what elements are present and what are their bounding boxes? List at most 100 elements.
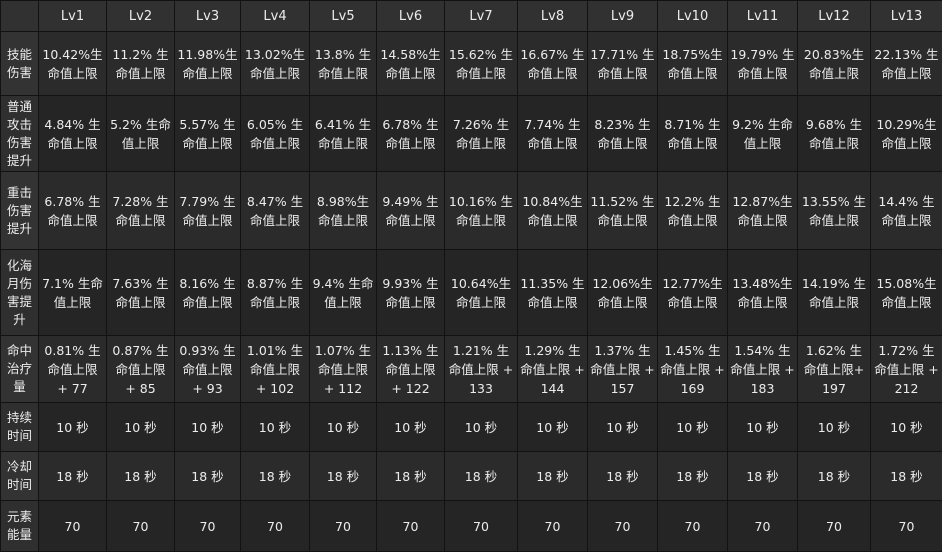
table-cell: 70	[310, 501, 377, 552]
table-cell: 18 秒	[377, 452, 445, 501]
table-cell: 20.83%生命值上限	[798, 32, 871, 96]
row-label: 命中治疗量	[1, 336, 39, 403]
table-row: 持续时间 10 秒 10 秒 10 秒 10 秒 10 秒 10 秒 10 秒 …	[1, 403, 942, 452]
table-cell: 18 秒	[175, 452, 241, 501]
table-cell: 10 秒	[377, 403, 445, 452]
table-cell: 70	[445, 501, 518, 552]
table-cell: 12.2% 生命值上限	[658, 172, 728, 250]
table-cell: 10 秒	[175, 403, 241, 452]
skill-level-table: Lv1 Lv2 Lv3 Lv4 Lv5 Lv6 Lv7 Lv8 Lv9 Lv10…	[0, 0, 942, 552]
header-lv11: Lv11	[728, 1, 798, 32]
table-cell: 1.62% 生命值上限+ 197	[798, 336, 871, 403]
table-cell: 7.26% 生命值上限	[445, 96, 518, 172]
header-lv6: Lv6	[377, 1, 445, 32]
table-cell: 1.72% 生命值上限 + 212	[871, 336, 942, 403]
row-label: 技能伤害	[1, 32, 39, 96]
table-cell: 10 秒	[658, 403, 728, 452]
table-cell: 10 秒	[518, 403, 588, 452]
table-cell: 12.87%生命值上限	[728, 172, 798, 250]
table-cell: 10 秒	[39, 403, 107, 452]
table-cell: 70	[728, 501, 798, 552]
table-cell: 8.87% 生命值上限	[241, 250, 310, 336]
table-cell: 4.84% 生命值上限	[39, 96, 107, 172]
table-cell: 7.79% 生命值上限	[175, 172, 241, 250]
table-cell: 11.2% 生命值上限	[107, 32, 175, 96]
table-cell: 1.07% 生命值上限 + 112	[310, 336, 377, 403]
table-cell: 10.42%生命值上限	[39, 32, 107, 96]
header-lv2: Lv2	[107, 1, 175, 32]
table-cell: 5.2% 生命值上限	[107, 96, 175, 172]
table-cell: 15.62% 生命值上限	[445, 32, 518, 96]
table-cell: 12.77%生命值上限	[658, 250, 728, 336]
corner-cell	[1, 1, 39, 32]
table-cell: 70	[658, 501, 728, 552]
table-cell: 6.05% 生命值上限	[241, 96, 310, 172]
table-cell: 18 秒	[310, 452, 377, 501]
table-cell: 18 秒	[798, 452, 871, 501]
table-cell: 22.13% 生命值上限	[871, 32, 942, 96]
header-lv7: Lv7	[445, 1, 518, 32]
table-cell: 18 秒	[241, 452, 310, 501]
row-label: 重击伤害提升	[1, 172, 39, 250]
table-cell: 11.98%生命值上限	[175, 32, 241, 96]
table-cell: 8.16% 生命值上限	[175, 250, 241, 336]
table-cell: 14.19% 生命值上限	[798, 250, 871, 336]
table-cell: 18 秒	[658, 452, 728, 501]
table-cell: 1.45% 生命值上限 + 169	[658, 336, 728, 403]
table-cell: 5.57% 生命值上限	[175, 96, 241, 172]
table-cell: 8.23% 生命值上限	[588, 96, 658, 172]
table-cell: 18 秒	[445, 452, 518, 501]
header-lv9: Lv9	[588, 1, 658, 32]
table-cell: 11.35% 生命值上限	[518, 250, 588, 336]
header-lv3: Lv3	[175, 1, 241, 32]
row-label: 普通攻击伤害提升	[1, 96, 39, 172]
row-label: 化海月伤害提升	[1, 250, 39, 336]
table-cell: 70	[871, 501, 942, 552]
table-row: 重击伤害提升 6.78% 生命值上限 7.28% 生命值上限 7.79% 生命值…	[1, 172, 942, 250]
table-cell: 18 秒	[588, 452, 658, 501]
table-cell: 18 秒	[39, 452, 107, 501]
table-cell: 10.16% 生命值上限	[445, 172, 518, 250]
table-cell: 1.13% 生命值上限 + 122	[377, 336, 445, 403]
table-row: 冷却时间 18 秒 18 秒 18 秒 18 秒 18 秒 18 秒 18 秒 …	[1, 452, 942, 501]
table-cell: 70	[39, 501, 107, 552]
table-cell: 10 秒	[107, 403, 175, 452]
row-label: 持续时间	[1, 403, 39, 452]
table-cell: 18 秒	[107, 452, 175, 501]
table-cell: 70	[377, 501, 445, 552]
table-cell: 18 秒	[518, 452, 588, 501]
table-cell: 1.37% 生命值上限 + 157	[588, 336, 658, 403]
table-row: 普通攻击伤害提升 4.84% 生命值上限 5.2% 生命值上限 5.57% 生命…	[1, 96, 942, 172]
table-cell: 70	[588, 501, 658, 552]
table-cell: 9.49% 生命值上限	[377, 172, 445, 250]
table-cell: 70	[798, 501, 871, 552]
table-cell: 10 秒	[588, 403, 658, 452]
table-cell: 17.71% 生命值上限	[588, 32, 658, 96]
table-cell: 12.06%生命值上限	[588, 250, 658, 336]
header-lv12: Lv12	[798, 1, 871, 32]
table-cell: 18.75%生命值上限	[658, 32, 728, 96]
table-cell: 9.93% 生命值上限	[377, 250, 445, 336]
table-cell: 1.54% 生命值上限 + 183	[728, 336, 798, 403]
row-label: 冷却时间	[1, 452, 39, 501]
table-cell: 10.29%生命值上限	[871, 96, 942, 172]
header-lv10: Lv10	[658, 1, 728, 32]
table-row: 技能伤害 10.42%生命值上限 11.2% 生命值上限 11.98%生命值上限…	[1, 32, 942, 96]
table-cell: 70	[107, 501, 175, 552]
table-cell: 70	[241, 501, 310, 552]
table-cell: 7.1% 生命值上限	[39, 250, 107, 336]
table-cell: 6.41% 生命值上限	[310, 96, 377, 172]
table-cell: 6.78% 生命值上限	[377, 96, 445, 172]
table-row: 命中治疗量 0.81% 生命值上限 + 77 0.87% 生命值上限 + 85 …	[1, 336, 942, 403]
table-row: 元素能量 70 70 70 70 70 70 70 70 70 70 70 70…	[1, 501, 942, 552]
header-lv5: Lv5	[310, 1, 377, 32]
table-cell: 70	[175, 501, 241, 552]
table-cell: 0.87% 生命值上限 + 85	[107, 336, 175, 403]
table-cell: 10 秒	[445, 403, 518, 452]
table-row: 化海月伤害提升 7.1% 生命值上限 7.63% 生命值上限 8.16% 生命值…	[1, 250, 942, 336]
header-row: Lv1 Lv2 Lv3 Lv4 Lv5 Lv6 Lv7 Lv8 Lv9 Lv10…	[1, 1, 942, 32]
table-cell: 10.84%生命值上限	[518, 172, 588, 250]
table-cell: 8.98%生命值上限	[310, 172, 377, 250]
table-cell: 9.4% 生命值上限	[310, 250, 377, 336]
table-cell: 8.47% 生命值上限	[241, 172, 310, 250]
